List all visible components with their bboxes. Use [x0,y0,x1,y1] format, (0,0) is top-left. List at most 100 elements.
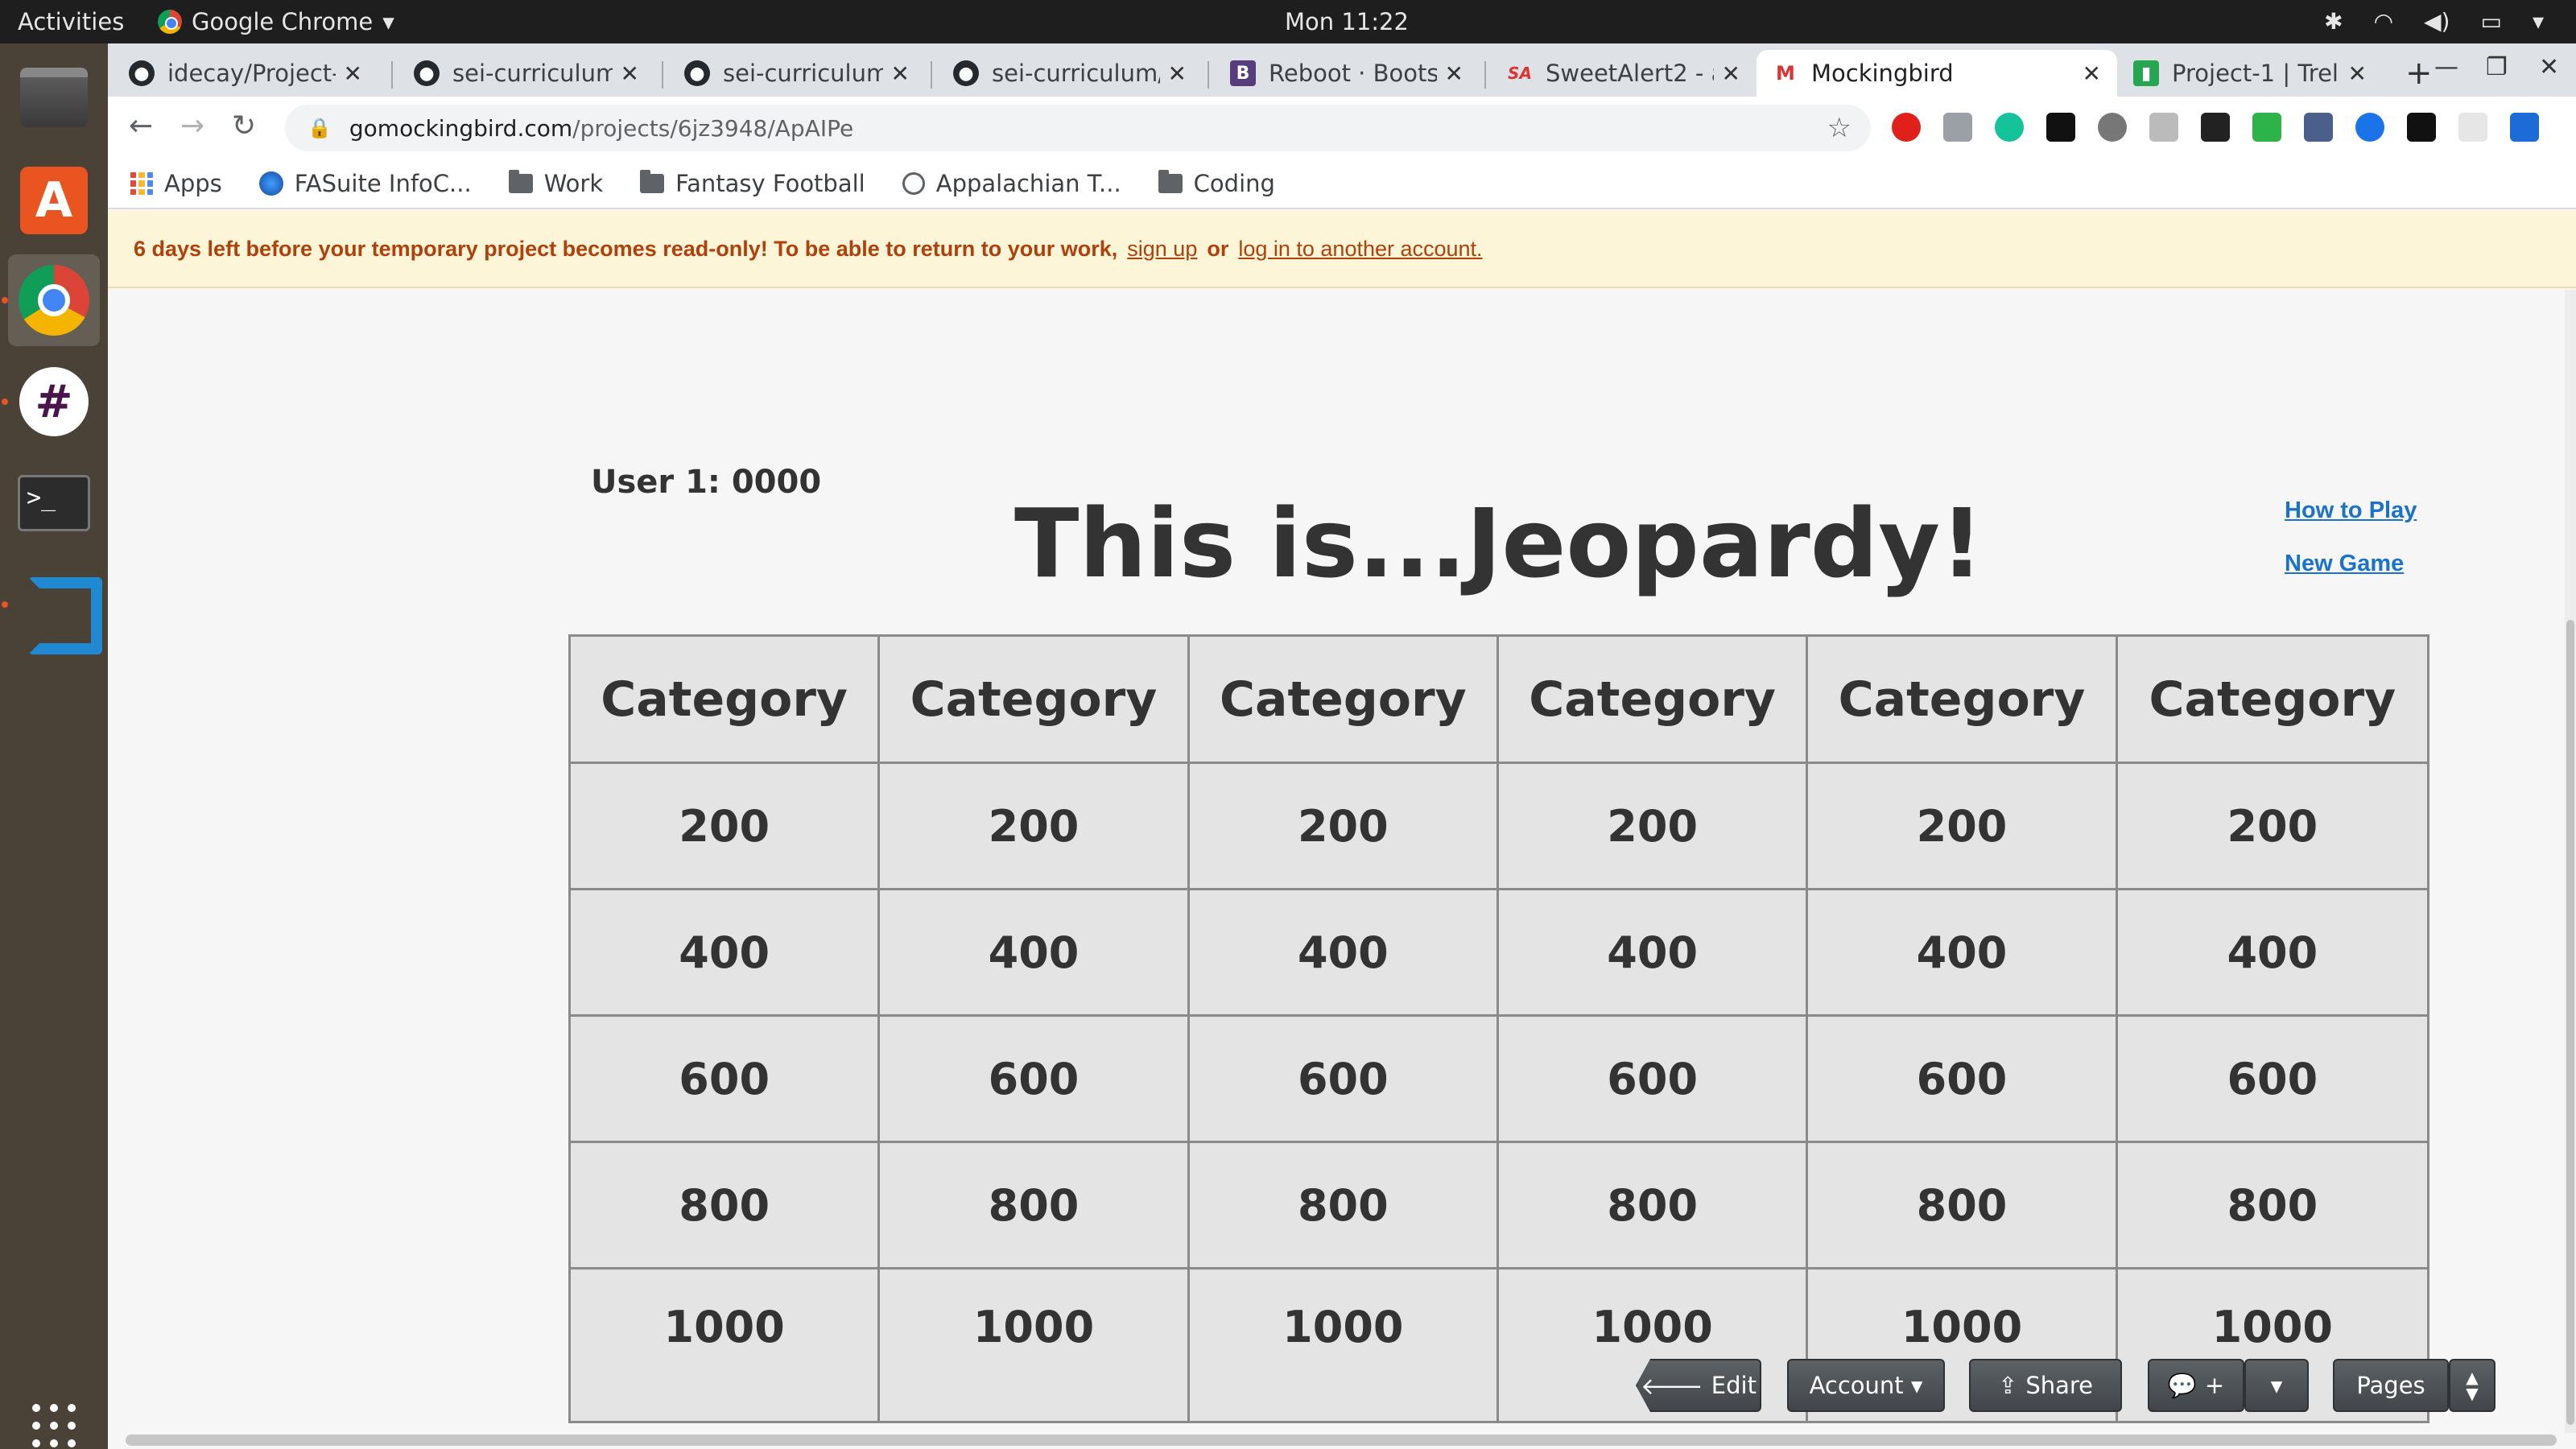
tab-8[interactable]: ▮ Project-1 | Trell ✕ [2117,50,2383,97]
volume-icon[interactable]: ◀) [2424,8,2450,35]
pages-stepper[interactable]: ▲ ▼ [2449,1359,2496,1412]
clue-cell-600[interactable]: 600 [880,1017,1190,1143]
how-to-play-link[interactable]: How to Play [2285,497,2417,524]
extension-grid-icon[interactable] [2201,113,2230,142]
shield-icon[interactable] [2252,113,2281,142]
forward-button[interactable]: → [180,109,204,142]
dock-chrome[interactable] [8,254,100,346]
comment-dropdown-button[interactable]: ▾ [2244,1359,2309,1412]
clue-cell-400[interactable]: 400 [571,890,881,1017]
adblock-icon[interactable] [1892,113,1921,142]
tab-5[interactable]: B Reboot · Boots ✕ [1214,50,1480,97]
clue-cell-400[interactable]: 400 [1189,890,1499,1017]
extension-blank-icon[interactable] [2458,113,2487,142]
horizontal-scrollbar[interactable] [126,1435,2557,1446]
dock-slack[interactable]: # [8,356,100,448]
clue-cell-200[interactable]: 200 [2117,764,2427,890]
bookmark-fasuite[interactable]: FASuite InfoC... [258,170,472,197]
clue-cell-800[interactable]: 800 [1189,1143,1499,1269]
pages-button[interactable]: Pages [2333,1359,2449,1412]
extension-k-icon[interactable] [2149,113,2178,142]
clue-cell-1000[interactable]: 1000 [571,1269,881,1421]
edit-button[interactable]: 🡐 Edit [1636,1359,1761,1412]
dock-vscode[interactable] [8,559,102,654]
add-comment-button[interactable]: 💬 + [2148,1359,2244,1412]
bookmark-apps[interactable]: Apps [130,170,222,197]
address-bar[interactable]: 🔒 gomockingbird.com/projects/6jz3948/ApA… [285,105,1871,151]
screen-reader-icon[interactable] [1943,113,1972,142]
bookmark-folder-coding[interactable]: Coding [1158,170,1275,197]
system-tray[interactable]: ✱ ◠ ◀) ▭ ▾ [2324,8,2544,35]
clue-cell-800[interactable]: 800 [571,1143,881,1269]
clue-cell-600[interactable]: 600 [2117,1017,2427,1143]
bookmark-folder-work[interactable]: Work [508,170,603,197]
slack-tray-icon[interactable]: ✱ [2324,8,2343,35]
clue-cell-800[interactable]: 800 [1808,1143,2118,1269]
minimize-button[interactable]: — [2434,53,2458,81]
log-in-link[interactable]: log in to another account. [1238,237,1482,262]
tab-1[interactable]: ● idecay/Project- ✕ [113,50,378,97]
tab-7-active[interactable]: M Mockingbird ✕ [1757,50,2117,97]
system-clock[interactable]: Mon 11:22 [1285,8,1409,35]
bookmark-star-icon[interactable]: ☆ [1827,112,1852,144]
grammarly-icon[interactable] [1995,113,2024,142]
dock-software-center[interactable]: A [8,155,100,246]
bookmark-appalachian[interactable]: Appalachian T... [902,170,1121,197]
clue-cell-800[interactable]: 800 [1499,1143,1809,1269]
clue-cell-200[interactable]: 200 [1499,764,1809,890]
battery-icon[interactable]: ▭ [2480,8,2501,35]
clue-cell-400[interactable]: 400 [1808,890,2118,1017]
rss-icon[interactable] [2046,113,2075,142]
show-applications-icon[interactable] [32,1404,77,1449]
clue-cell-200[interactable]: 200 [880,764,1190,890]
clue-cell-400[interactable]: 400 [880,890,1190,1017]
clue-cell-400[interactable]: 400 [2117,890,2427,1017]
close-icon[interactable]: ✕ [891,60,910,87]
close-icon[interactable]: ✕ [344,60,362,87]
clue-cell-1000[interactable]: 1000 [1189,1269,1499,1421]
vue-devtools-icon[interactable] [2510,113,2539,142]
close-icon[interactable]: ✕ [1722,60,1740,87]
share-button[interactable]: ⇪ Share [1969,1359,2122,1412]
chevron-down-icon[interactable]: ▾ [2533,8,2544,35]
clue-cell-1000[interactable]: 1000 [880,1269,1190,1421]
extension-circle-icon[interactable] [2098,113,2127,142]
clue-cell-600[interactable]: 600 [1808,1017,2118,1143]
tab-2[interactable]: ● sei-curriculum/ ✕ [398,50,655,97]
clue-cell-800[interactable]: 800 [2117,1143,2427,1269]
wifi-icon[interactable]: ◠ [2374,8,2393,35]
maximize-button[interactable]: ❐ [2486,53,2508,81]
extension-f-icon[interactable] [2407,113,2436,142]
new-game-link[interactable]: New Game [2285,551,2404,577]
tab-3[interactable]: ● sei-curriculum/ ✕ [668,50,926,97]
lock-icon[interactable]: 🔒 [308,117,332,139]
close-icon[interactable]: ✕ [1445,60,1463,87]
close-icon[interactable]: ✕ [2083,60,2101,87]
close-icon[interactable]: ✕ [1168,60,1187,87]
clue-cell-200[interactable]: 200 [1808,764,2118,890]
clue-cell-200[interactable]: 200 [1189,764,1499,890]
clue-cell-600[interactable]: 600 [1189,1017,1499,1143]
close-icon[interactable]: ✕ [621,60,639,87]
vertical-scrollbar[interactable] [2565,290,2576,1433]
close-window-button[interactable]: ✕ [2539,53,2559,81]
clue-cell-200[interactable]: 200 [571,764,881,890]
clue-cell-800[interactable]: 800 [880,1143,1190,1269]
new-tab-button[interactable]: + [2405,55,2433,92]
dock-terminal[interactable]: >_ [8,457,100,549]
clue-cell-600[interactable]: 600 [571,1017,881,1143]
tab-4[interactable]: ● sei-curriculum/ ✕ [937,50,1203,97]
vertical-scrollbar-thumb[interactable] [2566,620,2574,1425]
clue-cell-400[interactable]: 400 [1499,890,1809,1017]
dock-files[interactable] [8,52,100,143]
sign-up-link[interactable]: sign up [1127,237,1197,262]
close-icon[interactable]: ✕ [2348,60,2367,87]
clue-cell-600[interactable]: 600 [1499,1017,1809,1143]
reload-button[interactable]: ↻ [232,109,256,142]
app-menu[interactable]: Google Chrome ▾ [158,8,394,35]
account-button[interactable]: Account ▾ [1787,1359,1945,1412]
tab-6[interactable]: SA SweetAlert2 - a ✕ [1491,50,1757,97]
back-button[interactable]: ← [129,109,153,142]
eye-icon[interactable] [2355,113,2384,142]
activities-button[interactable]: Activities [18,8,124,35]
